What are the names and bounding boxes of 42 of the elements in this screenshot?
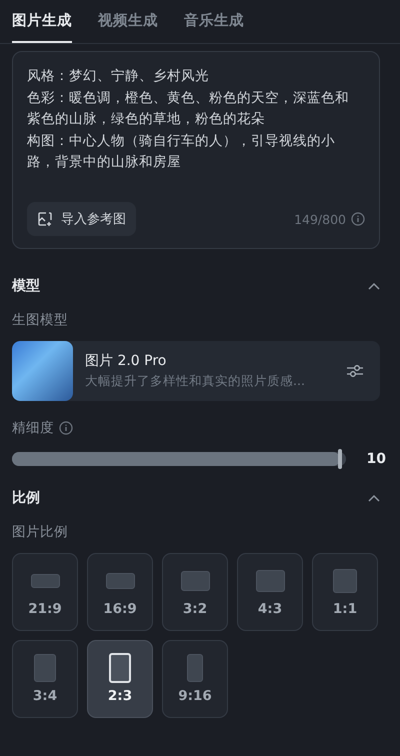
collapse-button[interactable] (366, 492, 382, 504)
section-title: 比例 (12, 489, 40, 507)
ratio-option[interactable]: 9:16 (162, 640, 228, 718)
character-counter: 149/800 (294, 212, 346, 226)
ratio-shape-icon (106, 572, 134, 590)
tab[interactable]: 音乐生成 (184, 0, 244, 43)
prompt-text: 风格：梦幻、宁静、乡村风光 色彩：暖色调，橙色、黄色、粉色的天空，深蓝色和紫色的山脉，绿色的草地，粉色的花朵 构图：中心人物（骑自行车的人），引导视线的小路，背景中的山脉和房屋 (27, 67, 349, 172)
field-label: 生图模型 (12, 311, 68, 329)
field-label: 精细度 (12, 419, 54, 437)
prompt-field[interactable]: 风格：梦幻、宁静、乡村风光 色彩：暖色调，橙色、黄色、粉色的天空，深蓝色和紫色的山脉，绿色的草地，粉色的花朵 构图：中心人物（骑自行车的人），引导视线的小路，背景中的山脉和房屋 导入参考图 149/800 (12, 51, 380, 249)
ratio-option[interactable]: 1:1 (312, 553, 378, 631)
ratio-shape-icon (186, 654, 204, 682)
ratio-option[interactable]: 3:4 (12, 640, 78, 718)
ratio-shape-icon (109, 653, 131, 683)
import-reference-button[interactable]: 导入参考图 (27, 202, 136, 236)
ratio-shape-icon (34, 654, 56, 682)
ratio-option[interactable]: 4:3 (237, 553, 303, 631)
photo-placeholder (12, 341, 73, 401)
ratio-option[interactable]: 2:3 (87, 640, 153, 718)
ratio-option[interactable]: 21:9 (12, 553, 78, 631)
section-title: 模型 (12, 277, 40, 295)
info-icon (59, 421, 73, 435)
ratio-shape-icon (30, 574, 60, 588)
tab[interactable]: 图片生成 (12, 0, 72, 43)
slider-value: 10 (366, 451, 386, 467)
sliders-icon (346, 363, 364, 379)
field-label: 图片比例 (12, 523, 68, 541)
chevron-up-icon (368, 494, 380, 502)
ratio-option[interactable]: 3:2 (162, 553, 228, 631)
image-add-icon (37, 211, 53, 227)
ratio-shape-icon (256, 570, 284, 592)
ratio-option[interactable]: 16:9 (87, 553, 153, 631)
ratio-shape-icon (180, 571, 210, 591)
slider-handle[interactable] (338, 449, 342, 469)
model-card[interactable]: 图片 2.0 Pro 大幅提升了多样性和真实的照片质感... (12, 341, 380, 401)
ratio-shape-icon (333, 569, 357, 593)
model-description: 大幅提升了多样性和真实的照片质感... (85, 373, 306, 390)
chevron-up-icon (368, 282, 380, 290)
info-icon (351, 212, 365, 226)
model-name: 图片 2.0 Pro (85, 352, 168, 370)
collapse-button[interactable] (366, 280, 382, 292)
tab[interactable]: 视频生成 (98, 0, 158, 43)
